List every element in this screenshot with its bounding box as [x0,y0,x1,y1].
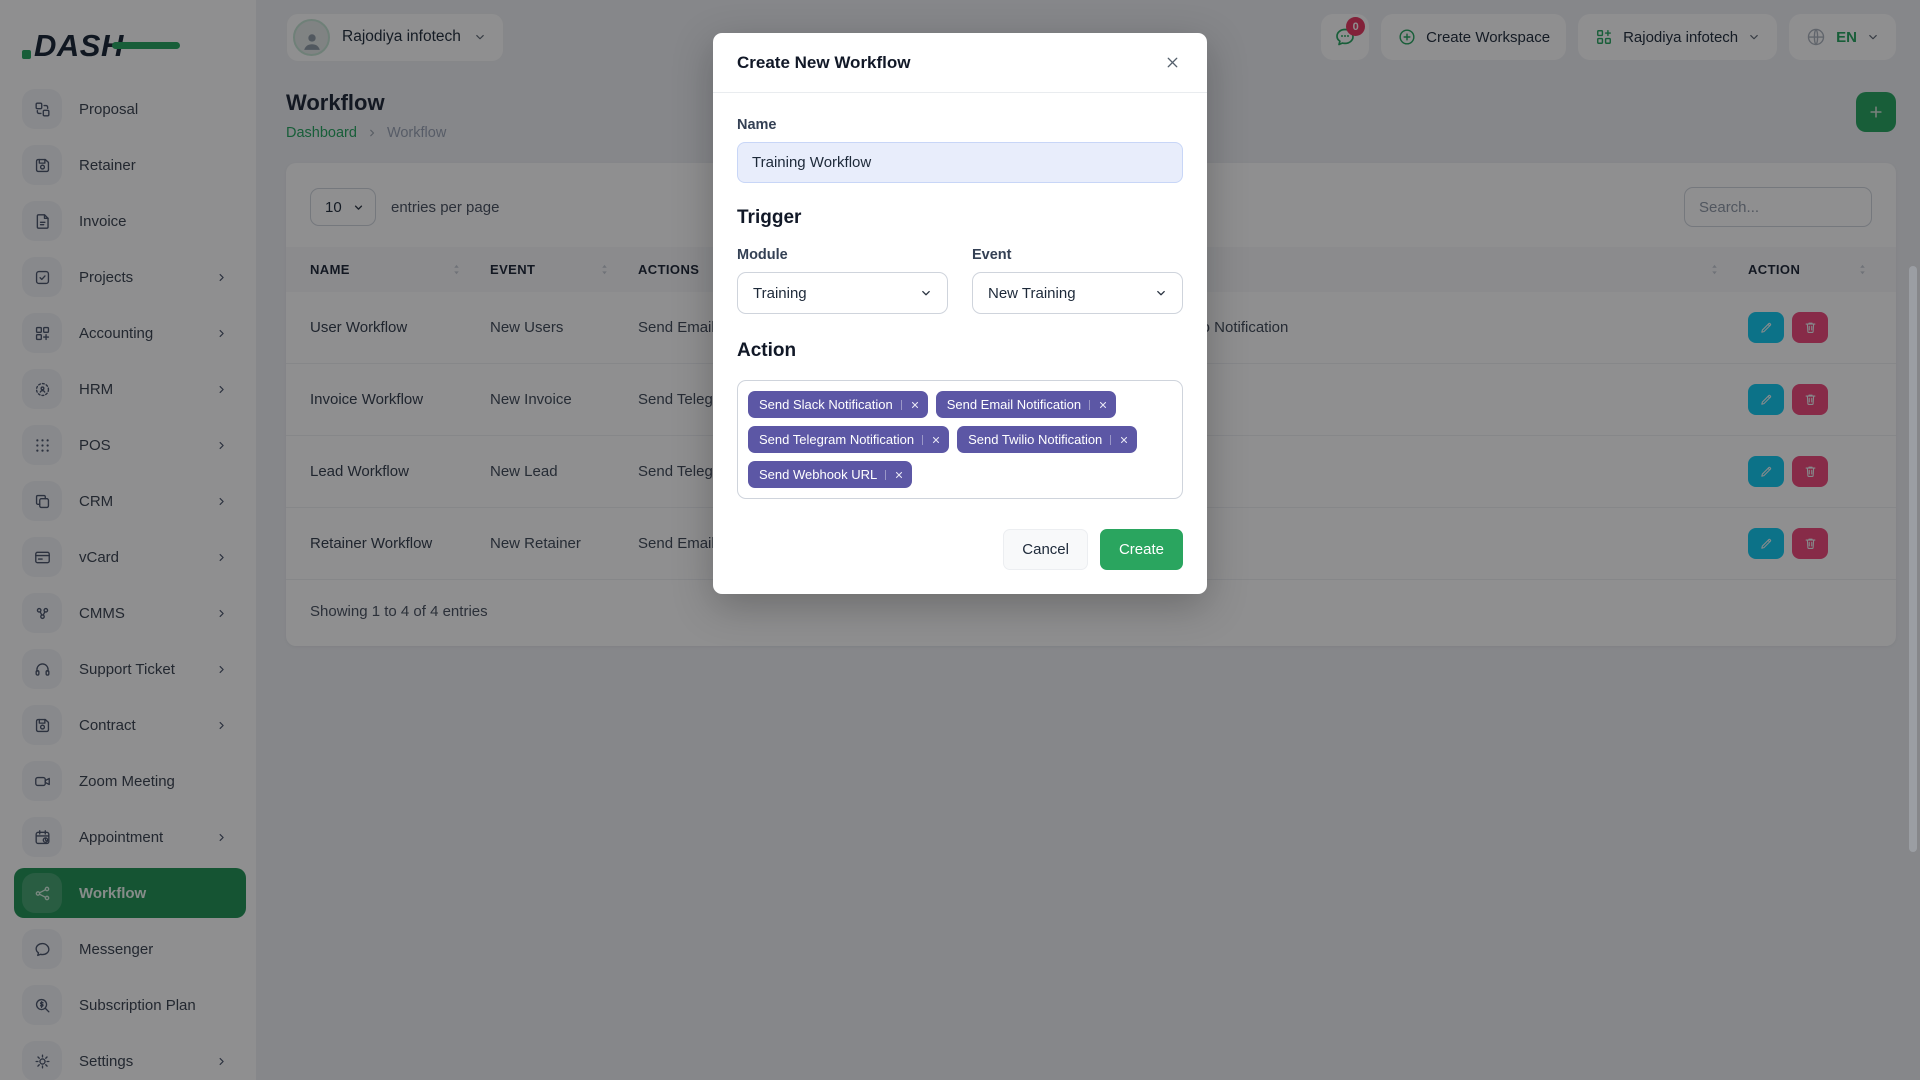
remove-tag-icon[interactable] [1089,400,1108,410]
create-button[interactable]: Create [1100,529,1183,570]
cancel-button[interactable]: Cancel [1003,529,1088,570]
action-tag: Send Slack Notification [748,391,928,418]
action-tag: Send Email Notification [936,391,1116,418]
action-tag-label: Send Email Notification [947,397,1081,412]
trigger-heading: Trigger [737,207,1183,229]
scrollbar-thumb[interactable] [1909,266,1917,852]
action-tag: Send Telegram Notification [748,426,949,453]
workflow-name-input[interactable] [737,142,1183,183]
action-tag-label: Send Slack Notification [759,397,893,412]
modal-body: Name Trigger Module Training Event New T… [713,93,1207,594]
action-tag-label: Send Webhook URL [759,467,877,482]
create-workflow-modal: Create New Workflow Name Trigger Module … [713,33,1207,594]
remove-tag-icon[interactable] [922,435,941,445]
modal-header: Create New Workflow [713,33,1207,93]
event-select-value: New Training [988,285,1076,302]
module-label: Module [737,247,948,263]
trigger-fields: Module Training Event New Training [737,247,1183,314]
chevron-down-icon [1154,286,1168,300]
event-select[interactable]: New Training [972,272,1183,314]
action-tag: Send Webhook URL [748,461,912,488]
remove-tag-icon[interactable] [885,470,904,480]
module-select[interactable]: Training [737,272,948,314]
action-tag-label: Send Telegram Notification [759,432,914,447]
chevron-down-icon [919,286,933,300]
action-multiselect[interactable]: Send Slack Notification Send Email Notifi… [737,380,1183,499]
remove-tag-icon[interactable] [1110,435,1129,445]
action-heading: Action [737,340,1183,362]
close-icon[interactable] [1162,52,1183,73]
modal-footer: Cancel Create [737,529,1183,570]
modal-title: Create New Workflow [737,53,911,73]
module-select-value: Training [753,285,807,302]
action-tag-label: Send Twilio Notification [968,432,1102,447]
event-label: Event [972,247,1183,263]
name-label: Name [737,117,1183,133]
action-tag: Send Twilio Notification [957,426,1137,453]
remove-tag-icon[interactable] [901,400,920,410]
